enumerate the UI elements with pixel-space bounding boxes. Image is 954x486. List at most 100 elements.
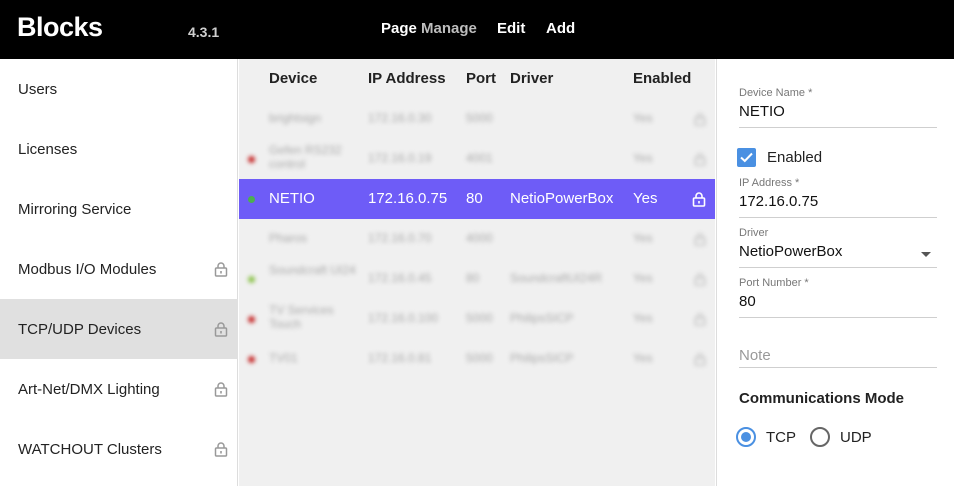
driver-label: Driver — [739, 227, 769, 239]
cell-ip: 172.16.0.19 — [368, 151, 432, 165]
device-properties-panel: Device Name * NETIO Enabled IP Address *… — [716, 59, 954, 486]
udp-label: UDP — [840, 428, 872, 446]
cell-device: TV Services Touch — [269, 303, 334, 331]
lock-icon — [694, 153, 706, 166]
cell-ip: 172.16.0.81 — [368, 351, 432, 365]
menu-edit[interactable]: Edit — [497, 20, 525, 37]
table-row[interactable]: TV Services Touch 172.16.0.100 5000 Phil… — [239, 299, 715, 339]
lock-icon — [694, 313, 706, 326]
dropdown-arrow-icon — [921, 252, 931, 257]
lock-icon — [694, 353, 706, 366]
port-number-label: Port Number * — [739, 277, 809, 289]
udp-radio[interactable] — [810, 427, 830, 447]
cell-enabled: Yes — [633, 271, 653, 285]
table-row[interactable]: brightsign 172.16.0.30 5000 Yes — [239, 99, 715, 139]
note-placeholder[interactable]: Note — [739, 347, 937, 364]
table-row[interactable]: Soundcraft UI24 172.16.0.45 80 Soundcraf… — [239, 259, 715, 299]
enabled-checkbox[interactable] — [737, 148, 756, 167]
tcp-label: TCP — [766, 428, 796, 446]
sidebar-item-label: TCP/UDP Devices — [18, 320, 142, 338]
device-name-value[interactable]: NETIO — [739, 103, 937, 120]
column-header-port[interactable]: Port — [466, 70, 496, 87]
sidebar-item-watchout-clusters[interactable]: WATCHOUT Clusters — [0, 419, 238, 479]
sidebar-item-label: Art-Net/DMX Lighting — [18, 380, 160, 398]
ip-address-label: IP Address * — [739, 177, 800, 189]
column-header-enabled[interactable]: Enabled — [633, 70, 691, 87]
cell-driver: PhilipsSICP — [510, 351, 574, 365]
cell-enabled: Yes — [633, 111, 653, 125]
lock-icon[interactable] — [692, 191, 706, 207]
table-row-selected[interactable]: NETIO 172.16.0.75 80 NetioPowerBox Yes — [239, 179, 715, 219]
communications-mode-title: Communications Mode — [739, 390, 905, 407]
note-field[interactable]: Note — [739, 347, 937, 368]
cell-port: 80 — [466, 271, 480, 285]
tcp-radio[interactable] — [736, 427, 756, 447]
table-row[interactable]: TV01 172.16.0.81 5000 PhilipsSICP Yes — [239, 339, 715, 379]
sidebar-item-users[interactable]: Users — [0, 59, 238, 119]
sidebar: Users Licenses Mirroring Service Modbus … — [0, 59, 238, 486]
lock-icon — [214, 262, 228, 277]
column-header-ip[interactable]: IP Address — [368, 70, 446, 87]
cell-ip: 172.16.0.70 — [368, 231, 432, 245]
sidebar-item-mirroring-service[interactable]: Mirroring Service — [0, 179, 238, 239]
sidebar-item-label: WATCHOUT Clusters — [18, 440, 162, 458]
cell-port: 5000 — [466, 351, 493, 365]
cell-enabled: Yes — [633, 231, 653, 245]
cell-port: 5000 — [466, 111, 493, 125]
status-dot — [248, 196, 255, 203]
port-number-field[interactable]: Port Number * 80 — [739, 277, 937, 318]
version-label: 4.3.1 — [188, 24, 220, 40]
status-dot — [248, 356, 255, 363]
sidebar-item-tcp-udp-devices[interactable]: TCP/UDP Devices — [0, 299, 238, 359]
sidebar-item-label: Users — [18, 80, 58, 98]
cell-driver: NetioPowerBox — [510, 190, 614, 207]
menu-add[interactable]: Add — [546, 20, 575, 37]
cell-port: 4001 — [466, 151, 493, 165]
table-row[interactable]: Gefen RS232 control 172.16.0.19 4001 Yes — [239, 139, 715, 179]
enabled-checkbox-row[interactable]: Enabled — [737, 148, 822, 167]
cell-port: 5000 — [466, 311, 493, 325]
checkmark-icon — [740, 152, 753, 163]
app-logo[interactable]: Blocks — [17, 12, 103, 43]
menu-page-manage[interactable]: Page Manage — [381, 20, 477, 37]
lock-icon — [694, 273, 706, 286]
status-dot — [248, 276, 255, 283]
sidebar-item-label: Modbus I/O Modules — [18, 260, 157, 278]
cell-ip: 172.16.0.30 — [368, 111, 432, 125]
cell-device: Gefen RS232 control — [269, 143, 342, 171]
cell-port: 4000 — [466, 231, 493, 245]
sidebar-item-licenses[interactable]: Licenses — [0, 119, 238, 179]
lock-icon — [694, 233, 706, 246]
driver-select[interactable]: Driver NetioPowerBox — [739, 227, 937, 268]
column-header-device[interactable]: Device — [269, 70, 317, 87]
cell-device: brightsign — [269, 111, 322, 125]
cell-ip: 172.16.0.100 — [368, 311, 439, 325]
status-dot — [248, 316, 255, 323]
cell-ip: 172.16.0.75 — [368, 190, 448, 207]
menu-manage-label: Manage — [421, 20, 477, 37]
lock-icon — [214, 382, 228, 397]
udp-radio-option[interactable]: UDP — [810, 427, 872, 447]
menu-page-label: Page — [381, 20, 417, 37]
driver-value: NetioPowerBox — [739, 243, 843, 260]
lock-icon — [214, 322, 228, 337]
sidebar-item-art-net-dmx[interactable]: Art-Net/DMX Lighting — [0, 359, 238, 419]
cell-device: TV01 — [269, 351, 298, 365]
sidebar-item-modbus[interactable]: Modbus I/O Modules — [0, 239, 238, 299]
column-header-driver[interactable]: Driver — [510, 70, 553, 87]
cell-device: NETIO — [269, 190, 315, 207]
port-number-value[interactable]: 80 — [739, 293, 937, 310]
device-name-field[interactable]: Device Name * NETIO — [739, 87, 937, 128]
sidebar-item-label: Mirroring Service — [18, 200, 132, 218]
cell-enabled: Yes — [633, 311, 653, 325]
ip-address-value[interactable]: 172.16.0.75 — [739, 193, 937, 210]
ip-address-field[interactable]: IP Address * 172.16.0.75 — [739, 177, 937, 218]
cell-driver: PhilipsSICP — [510, 311, 574, 325]
lock-icon — [694, 113, 706, 126]
top-bar: Blocks 4.3.1 Page Manage Edit Add — [0, 0, 954, 59]
table-row[interactable]: Pharos 172.16.0.70 4000 Yes — [239, 219, 715, 259]
cell-device: Soundcraft UI24 — [269, 263, 356, 277]
tcp-radio-option[interactable]: TCP — [736, 427, 796, 447]
device-name-label: Device Name * — [739, 87, 813, 99]
lock-icon — [214, 442, 228, 457]
